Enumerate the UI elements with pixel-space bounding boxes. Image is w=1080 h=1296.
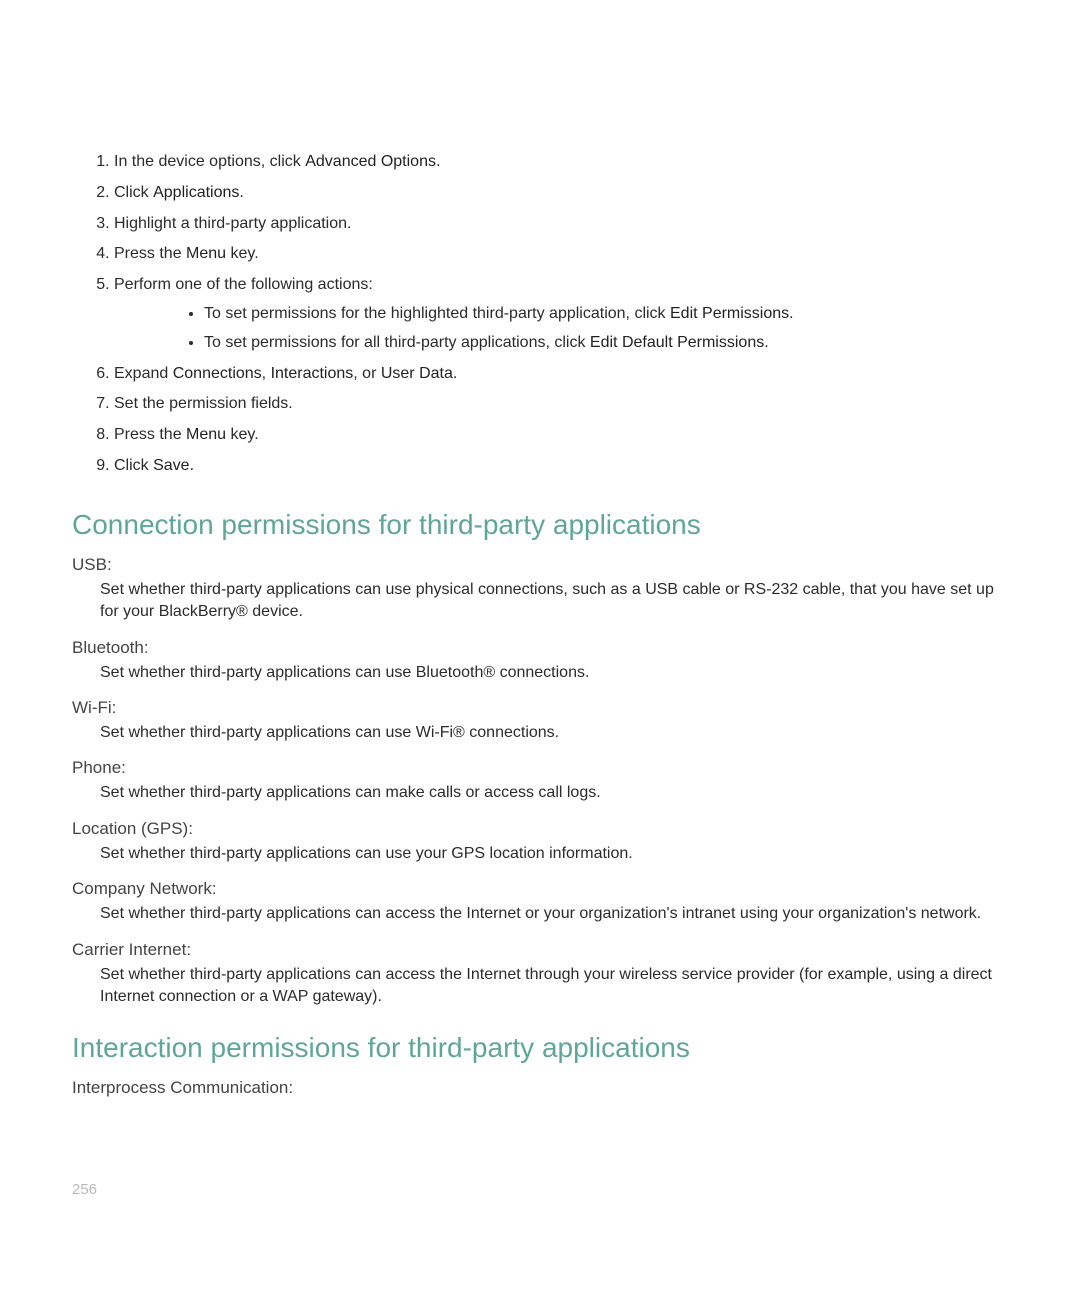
step-5: Perform one of the following actions: To… xyxy=(114,273,1008,355)
step-4-term: Menu xyxy=(186,245,226,262)
def-desc-usb: Set whether third-party applications can… xyxy=(72,579,1008,624)
step-5b-pre: To set permissions for all third-party a… xyxy=(204,334,590,351)
step-2-term: Applications. xyxy=(153,184,244,201)
step-5a-term: Edit Permissions. xyxy=(670,305,794,322)
step-6-mid2: , or xyxy=(353,365,381,382)
step-9-pre: Click xyxy=(114,457,153,474)
step-8-pre: Press the xyxy=(114,426,186,443)
section-heading-interaction: Interaction permissions for third-party … xyxy=(72,1032,1008,1064)
step-5a-pre: To set permissions for the highlighted t… xyxy=(204,305,670,322)
step-5-text: Perform one of the following actions: xyxy=(114,276,373,293)
def-term-phone: Phone: xyxy=(72,758,1008,778)
interaction-definitions: Interprocess Communication: xyxy=(72,1078,1008,1098)
step-6-t1: Connections xyxy=(173,365,262,382)
document-page: In the device options, click Advanced Op… xyxy=(0,0,1080,1296)
def-desc-carrier-internet: Set whether third-party applications can… xyxy=(72,964,1008,1009)
step-6-pre: Expand xyxy=(114,365,173,382)
step-7: Set the permission fields. xyxy=(114,392,1008,417)
def-desc-wifi: Set whether third-party applications can… xyxy=(72,722,1008,744)
def-desc-bluetooth: Set whether third-party applications can… xyxy=(72,662,1008,684)
step-5b-term: Edit Default Permissions. xyxy=(590,334,769,351)
instruction-list: In the device options, click Advanced Op… xyxy=(72,150,1008,479)
step-1: In the device options, click Advanced Op… xyxy=(114,150,1008,175)
step-6-mid1: , xyxy=(262,365,271,382)
def-desc-phone: Set whether third-party applications can… xyxy=(72,782,1008,804)
section-heading-connection: Connection permissions for third-party a… xyxy=(72,509,1008,541)
def-term-wifi: Wi-Fi: xyxy=(72,698,1008,718)
step-2-pre: Click xyxy=(114,184,153,201)
step-3: Highlight a third-party application. xyxy=(114,212,1008,237)
step-8: Press the Menu key. xyxy=(114,423,1008,448)
step-4-pre: Press the xyxy=(114,245,186,262)
def-term-gps: Location (GPS): xyxy=(72,819,1008,839)
step-5b: To set permissions for all third-party a… xyxy=(204,331,1008,356)
step-9: Click Save. xyxy=(114,454,1008,479)
step-4: Press the Menu key. xyxy=(114,242,1008,267)
def-desc-gps: Set whether third-party applications can… xyxy=(72,843,1008,865)
def-term-bluetooth: Bluetooth: xyxy=(72,638,1008,658)
step-1-term: Advanced Options. xyxy=(305,153,440,170)
step-8-post: key. xyxy=(226,426,259,443)
step-1-pre: In the device options, click xyxy=(114,153,305,170)
step-5a: To set permissions for the highlighted t… xyxy=(204,302,1008,327)
step-6-t3: User Data. xyxy=(381,365,457,382)
step-2: Click Applications. xyxy=(114,181,1008,206)
step-6: Expand Connections, Interactions, or Use… xyxy=(114,362,1008,387)
def-term-company-network: Company Network: xyxy=(72,879,1008,899)
def-term-carrier-internet: Carrier Internet: xyxy=(72,940,1008,960)
def-term-ipc: Interprocess Communication: xyxy=(72,1078,1008,1098)
step-4-post: key. xyxy=(226,245,259,262)
step-8-term: Menu xyxy=(186,426,226,443)
def-term-usb: USB: xyxy=(72,555,1008,575)
def-desc-company-network: Set whether third-party applications can… xyxy=(72,903,1008,925)
connection-definitions: USB: Set whether third-party application… xyxy=(72,555,1008,1009)
step-6-t2: Interactions xyxy=(271,365,354,382)
page-number: 256 xyxy=(72,1181,97,1198)
step-9-term: Save. xyxy=(153,457,194,474)
step-5-sublist: To set permissions for the highlighted t… xyxy=(114,302,1008,356)
